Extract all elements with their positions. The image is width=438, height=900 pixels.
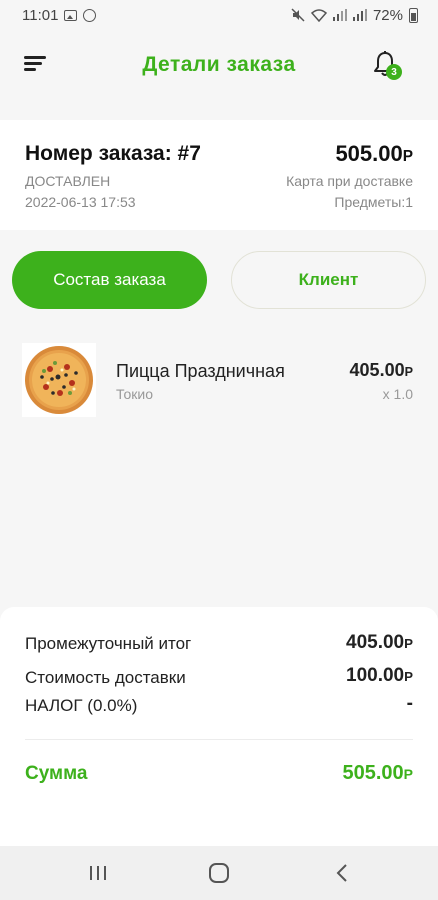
back-icon[interactable]: [322, 858, 362, 888]
total-label: Сумма: [25, 763, 88, 784]
signal-icon-2: [352, 9, 367, 21]
currency-symbol: Р: [404, 636, 413, 651]
app-header: Детали заказа 3: [0, 30, 438, 110]
status-left: 11:01: [22, 6, 97, 24]
gallery-icon: [64, 9, 78, 21]
subtotal-value: 405.00Р: [346, 632, 413, 654]
status-bar: 11:01 72%: [0, 0, 438, 30]
subtotal-label: Промежуточный итог: [25, 634, 192, 653]
menu-icon[interactable]: [24, 56, 48, 74]
notification-badge: 3: [386, 64, 402, 80]
status-right: 72%: [291, 7, 418, 24]
wifi-icon: [310, 8, 327, 22]
currency-symbol: Р: [403, 766, 413, 782]
subtotal-amount: 405.00: [346, 632, 405, 653]
mute-icon: [291, 8, 305, 22]
currency-symbol: Р: [404, 365, 413, 379]
total-amount: 505.00: [342, 762, 404, 784]
currency-symbol: Р: [404, 669, 413, 684]
order-number: Номер заказа: #7: [25, 142, 201, 165]
order-info-card: Номер заказа: #7 ДОСТАВЛЕН 2022-06-13 17…: [0, 120, 438, 230]
payment-method: Карта при доставке: [286, 173, 413, 189]
tab-client[interactable]: Клиент: [231, 251, 426, 309]
signal-icon: [332, 9, 347, 21]
system-nav-bar: [0, 846, 438, 900]
pizza-image: [22, 343, 96, 417]
delivery-label: Стоимость доставки: [25, 668, 186, 687]
tax-label: НАЛОГ (0.0%): [25, 696, 138, 715]
list-item[interactable]: Пицца Праздничная Токио 405.00Р x 1.0: [0, 340, 438, 420]
product-quantity: x 1.0: [382, 386, 413, 402]
recent-apps-icon[interactable]: [78, 858, 118, 888]
whatsapp-icon: [83, 8, 97, 22]
order-total-amount: 505.00: [335, 141, 403, 166]
order-date: 2022-06-13 17:53: [25, 194, 136, 210]
tax-value: -: [406, 693, 413, 714]
product-price: 405.00Р: [350, 360, 413, 381]
product-price-amount: 405.00: [349, 360, 405, 380]
order-status: ДОСТАВЛЕН: [25, 173, 111, 189]
tab-order-composition[interactable]: Состав заказа: [12, 251, 207, 309]
battery-percent: 72%: [372, 6, 403, 24]
order-summary: Промежуточный итог 405.00Р Стоимость дос…: [0, 607, 438, 847]
delivery-value: 100.00Р: [346, 665, 413, 687]
notifications-button[interactable]: 3: [372, 50, 402, 82]
product-store: Токио: [116, 386, 153, 402]
delivery-amount: 100.00: [346, 665, 405, 686]
home-icon[interactable]: [199, 858, 239, 888]
status-time: 11:01: [22, 6, 59, 24]
items-count: Предметы:1: [334, 194, 413, 210]
battery-icon: [409, 7, 418, 23]
page-title: Детали заказа: [142, 53, 296, 76]
total-value: 505.00Р: [342, 762, 413, 785]
order-total: 505.00Р: [335, 141, 413, 167]
currency-symbol: Р: [402, 148, 413, 165]
summary-divider: [25, 739, 413, 740]
product-name: Пицца Праздничная: [116, 361, 285, 381]
